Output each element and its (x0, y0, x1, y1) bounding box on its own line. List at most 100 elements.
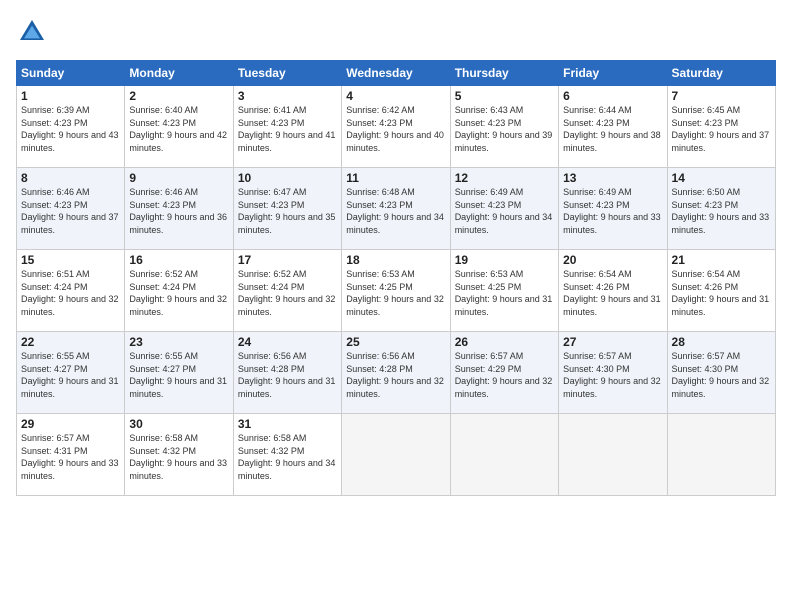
logo (16, 16, 52, 48)
day-number: 28 (672, 335, 771, 349)
col-thursday: Thursday (450, 61, 558, 86)
cell-info: Sunrise: 6:54 AM Sunset: 4:26 PM Dayligh… (563, 268, 662, 318)
col-friday: Friday (559, 61, 667, 86)
cell-info: Sunrise: 6:53 AM Sunset: 4:25 PM Dayligh… (455, 268, 554, 318)
table-row: 7 Sunrise: 6:45 AM Sunset: 4:23 PM Dayli… (667, 86, 775, 168)
day-number: 18 (346, 253, 445, 267)
day-number: 3 (238, 89, 337, 103)
day-number: 25 (346, 335, 445, 349)
calendar-week-row: 22 Sunrise: 6:55 AM Sunset: 4:27 PM Dayl… (17, 332, 776, 414)
calendar-week-row: 8 Sunrise: 6:46 AM Sunset: 4:23 PM Dayli… (17, 168, 776, 250)
cell-info: Sunrise: 6:55 AM Sunset: 4:27 PM Dayligh… (129, 350, 228, 400)
table-row: 31 Sunrise: 6:58 AM Sunset: 4:32 PM Dayl… (233, 414, 341, 496)
table-row: 12 Sunrise: 6:49 AM Sunset: 4:23 PM Dayl… (450, 168, 558, 250)
cell-info: Sunrise: 6:49 AM Sunset: 4:23 PM Dayligh… (563, 186, 662, 236)
cell-info: Sunrise: 6:58 AM Sunset: 4:32 PM Dayligh… (238, 432, 337, 482)
table-row: 22 Sunrise: 6:55 AM Sunset: 4:27 PM Dayl… (17, 332, 125, 414)
day-number: 4 (346, 89, 445, 103)
cell-info: Sunrise: 6:57 AM Sunset: 4:30 PM Dayligh… (672, 350, 771, 400)
col-monday: Monday (125, 61, 233, 86)
header (16, 16, 776, 48)
page: Sunday Monday Tuesday Wednesday Thursday… (0, 0, 792, 612)
day-number: 7 (672, 89, 771, 103)
table-row: 14 Sunrise: 6:50 AM Sunset: 4:23 PM Dayl… (667, 168, 775, 250)
day-number: 10 (238, 171, 337, 185)
day-number: 14 (672, 171, 771, 185)
table-row: 23 Sunrise: 6:55 AM Sunset: 4:27 PM Dayl… (125, 332, 233, 414)
day-number: 22 (21, 335, 120, 349)
day-number: 5 (455, 89, 554, 103)
col-tuesday: Tuesday (233, 61, 341, 86)
cell-info: Sunrise: 6:58 AM Sunset: 4:32 PM Dayligh… (129, 432, 228, 482)
table-row (450, 414, 558, 496)
day-number: 11 (346, 171, 445, 185)
table-row: 17 Sunrise: 6:52 AM Sunset: 4:24 PM Dayl… (233, 250, 341, 332)
day-number: 1 (21, 89, 120, 103)
day-number: 2 (129, 89, 228, 103)
calendar-header-row: Sunday Monday Tuesday Wednesday Thursday… (17, 61, 776, 86)
day-number: 19 (455, 253, 554, 267)
table-row: 28 Sunrise: 6:57 AM Sunset: 4:30 PM Dayl… (667, 332, 775, 414)
table-row: 8 Sunrise: 6:46 AM Sunset: 4:23 PM Dayli… (17, 168, 125, 250)
cell-info: Sunrise: 6:52 AM Sunset: 4:24 PM Dayligh… (238, 268, 337, 318)
cell-info: Sunrise: 6:57 AM Sunset: 4:31 PM Dayligh… (21, 432, 120, 482)
day-number: 24 (238, 335, 337, 349)
cell-info: Sunrise: 6:46 AM Sunset: 4:23 PM Dayligh… (21, 186, 120, 236)
table-row: 3 Sunrise: 6:41 AM Sunset: 4:23 PM Dayli… (233, 86, 341, 168)
cell-info: Sunrise: 6:53 AM Sunset: 4:25 PM Dayligh… (346, 268, 445, 318)
calendar-table: Sunday Monday Tuesday Wednesday Thursday… (16, 60, 776, 496)
logo-icon (16, 16, 48, 48)
table-row: 15 Sunrise: 6:51 AM Sunset: 4:24 PM Dayl… (17, 250, 125, 332)
table-row: 19 Sunrise: 6:53 AM Sunset: 4:25 PM Dayl… (450, 250, 558, 332)
calendar-week-row: 1 Sunrise: 6:39 AM Sunset: 4:23 PM Dayli… (17, 86, 776, 168)
cell-info: Sunrise: 6:52 AM Sunset: 4:24 PM Dayligh… (129, 268, 228, 318)
day-number: 20 (563, 253, 662, 267)
table-row: 30 Sunrise: 6:58 AM Sunset: 4:32 PM Dayl… (125, 414, 233, 496)
day-number: 29 (21, 417, 120, 431)
table-row: 20 Sunrise: 6:54 AM Sunset: 4:26 PM Dayl… (559, 250, 667, 332)
day-number: 30 (129, 417, 228, 431)
table-row: 5 Sunrise: 6:43 AM Sunset: 4:23 PM Dayli… (450, 86, 558, 168)
cell-info: Sunrise: 6:51 AM Sunset: 4:24 PM Dayligh… (21, 268, 120, 318)
cell-info: Sunrise: 6:56 AM Sunset: 4:28 PM Dayligh… (346, 350, 445, 400)
table-row: 1 Sunrise: 6:39 AM Sunset: 4:23 PM Dayli… (17, 86, 125, 168)
cell-info: Sunrise: 6:56 AM Sunset: 4:28 PM Dayligh… (238, 350, 337, 400)
cell-info: Sunrise: 6:40 AM Sunset: 4:23 PM Dayligh… (129, 104, 228, 154)
table-row: 25 Sunrise: 6:56 AM Sunset: 4:28 PM Dayl… (342, 332, 450, 414)
day-number: 27 (563, 335, 662, 349)
table-row (559, 414, 667, 496)
cell-info: Sunrise: 6:43 AM Sunset: 4:23 PM Dayligh… (455, 104, 554, 154)
day-number: 6 (563, 89, 662, 103)
cell-info: Sunrise: 6:49 AM Sunset: 4:23 PM Dayligh… (455, 186, 554, 236)
cell-info: Sunrise: 6:44 AM Sunset: 4:23 PM Dayligh… (563, 104, 662, 154)
day-number: 12 (455, 171, 554, 185)
day-number: 8 (21, 171, 120, 185)
table-row: 4 Sunrise: 6:42 AM Sunset: 4:23 PM Dayli… (342, 86, 450, 168)
cell-info: Sunrise: 6:39 AM Sunset: 4:23 PM Dayligh… (21, 104, 120, 154)
cell-info: Sunrise: 6:55 AM Sunset: 4:27 PM Dayligh… (21, 350, 120, 400)
table-row: 18 Sunrise: 6:53 AM Sunset: 4:25 PM Dayl… (342, 250, 450, 332)
cell-info: Sunrise: 6:57 AM Sunset: 4:29 PM Dayligh… (455, 350, 554, 400)
table-row: 2 Sunrise: 6:40 AM Sunset: 4:23 PM Dayli… (125, 86, 233, 168)
table-row: 21 Sunrise: 6:54 AM Sunset: 4:26 PM Dayl… (667, 250, 775, 332)
day-number: 17 (238, 253, 337, 267)
table-row (342, 414, 450, 496)
cell-info: Sunrise: 6:41 AM Sunset: 4:23 PM Dayligh… (238, 104, 337, 154)
table-row: 6 Sunrise: 6:44 AM Sunset: 4:23 PM Dayli… (559, 86, 667, 168)
day-number: 31 (238, 417, 337, 431)
day-number: 16 (129, 253, 228, 267)
cell-info: Sunrise: 6:50 AM Sunset: 4:23 PM Dayligh… (672, 186, 771, 236)
table-row: 10 Sunrise: 6:47 AM Sunset: 4:23 PM Dayl… (233, 168, 341, 250)
cell-info: Sunrise: 6:57 AM Sunset: 4:30 PM Dayligh… (563, 350, 662, 400)
col-sunday: Sunday (17, 61, 125, 86)
table-row: 29 Sunrise: 6:57 AM Sunset: 4:31 PM Dayl… (17, 414, 125, 496)
cell-info: Sunrise: 6:47 AM Sunset: 4:23 PM Dayligh… (238, 186, 337, 236)
day-number: 23 (129, 335, 228, 349)
table-row: 24 Sunrise: 6:56 AM Sunset: 4:28 PM Dayl… (233, 332, 341, 414)
table-row: 26 Sunrise: 6:57 AM Sunset: 4:29 PM Dayl… (450, 332, 558, 414)
table-row: 9 Sunrise: 6:46 AM Sunset: 4:23 PM Dayli… (125, 168, 233, 250)
cell-info: Sunrise: 6:42 AM Sunset: 4:23 PM Dayligh… (346, 104, 445, 154)
day-number: 9 (129, 171, 228, 185)
table-row (667, 414, 775, 496)
cell-info: Sunrise: 6:48 AM Sunset: 4:23 PM Dayligh… (346, 186, 445, 236)
